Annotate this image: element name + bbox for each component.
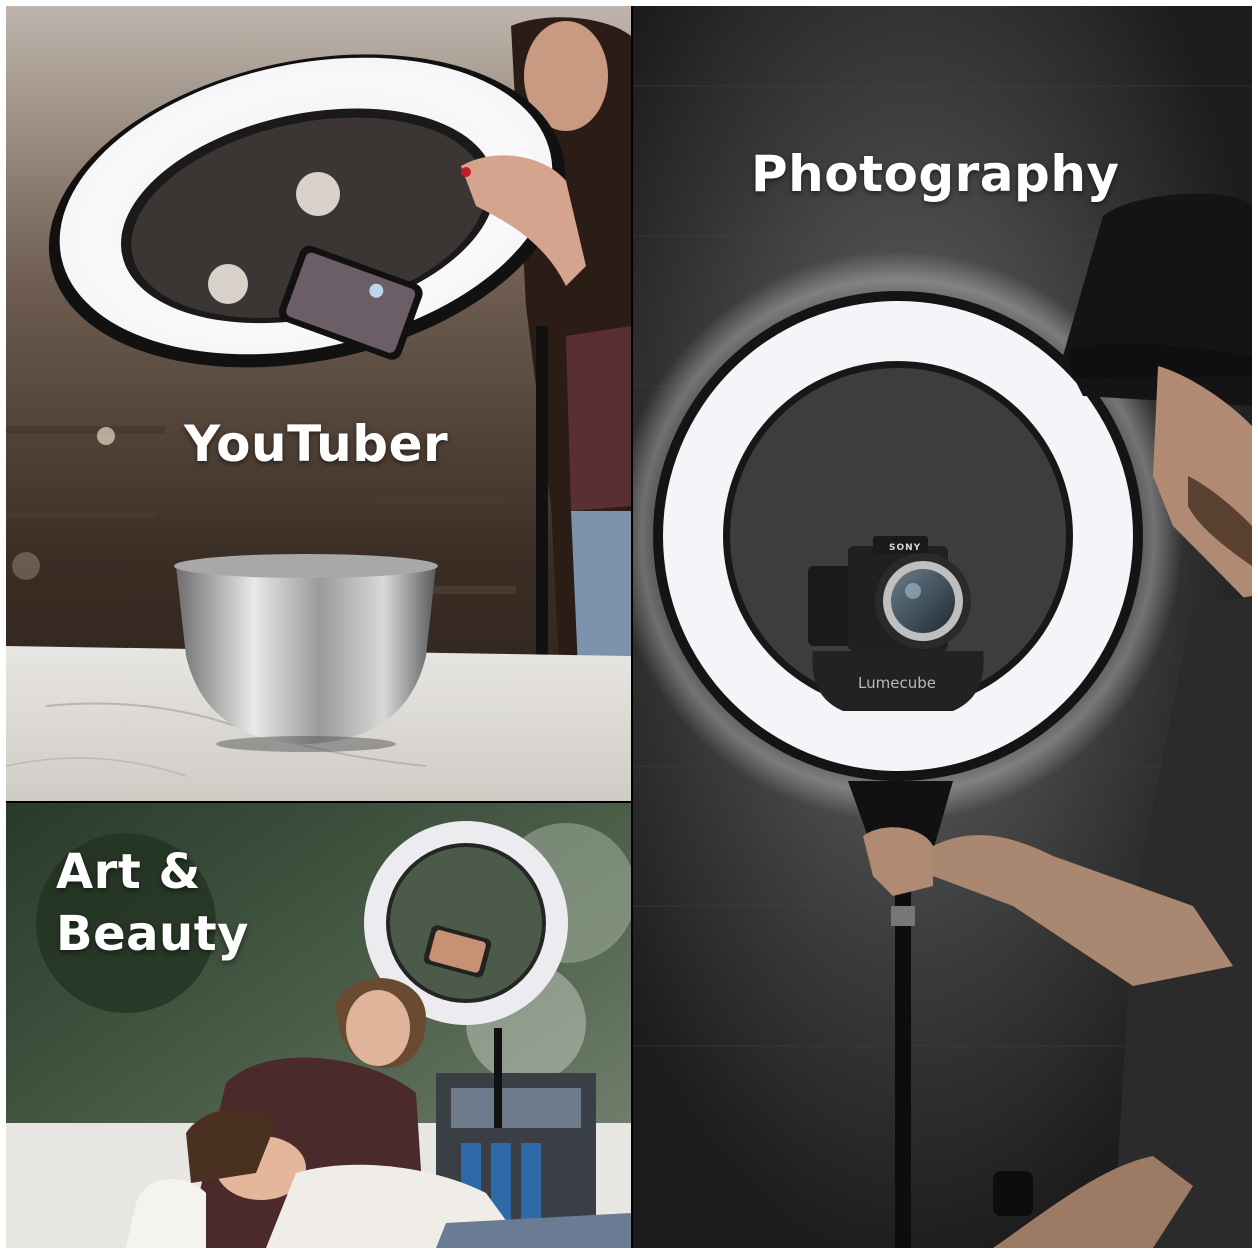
photography-panel: SONY Lumecube Photography bbox=[633, 6, 1252, 1248]
youtuber-panel: YouTuber bbox=[6, 6, 631, 801]
lumecube-logo-text: Lumecube bbox=[858, 674, 936, 692]
lumecube-logo: Lumecube bbox=[858, 674, 936, 692]
art-beauty-caption: Art & Beauty bbox=[56, 841, 249, 965]
camera-brand-label: SONY bbox=[889, 543, 922, 553]
image-collage: YouTuber Art & Beauty SONY Lumecube Phot… bbox=[6, 6, 1252, 1248]
art-beauty-caption-line1: Art & bbox=[56, 844, 201, 900]
youtuber-photo bbox=[6, 6, 631, 801]
photography-caption: Photography bbox=[751, 145, 1120, 203]
youtuber-caption: YouTuber bbox=[184, 415, 449, 473]
art-beauty-panel: Art & Beauty bbox=[6, 803, 631, 1248]
art-beauty-caption-line2: Beauty bbox=[56, 906, 249, 962]
